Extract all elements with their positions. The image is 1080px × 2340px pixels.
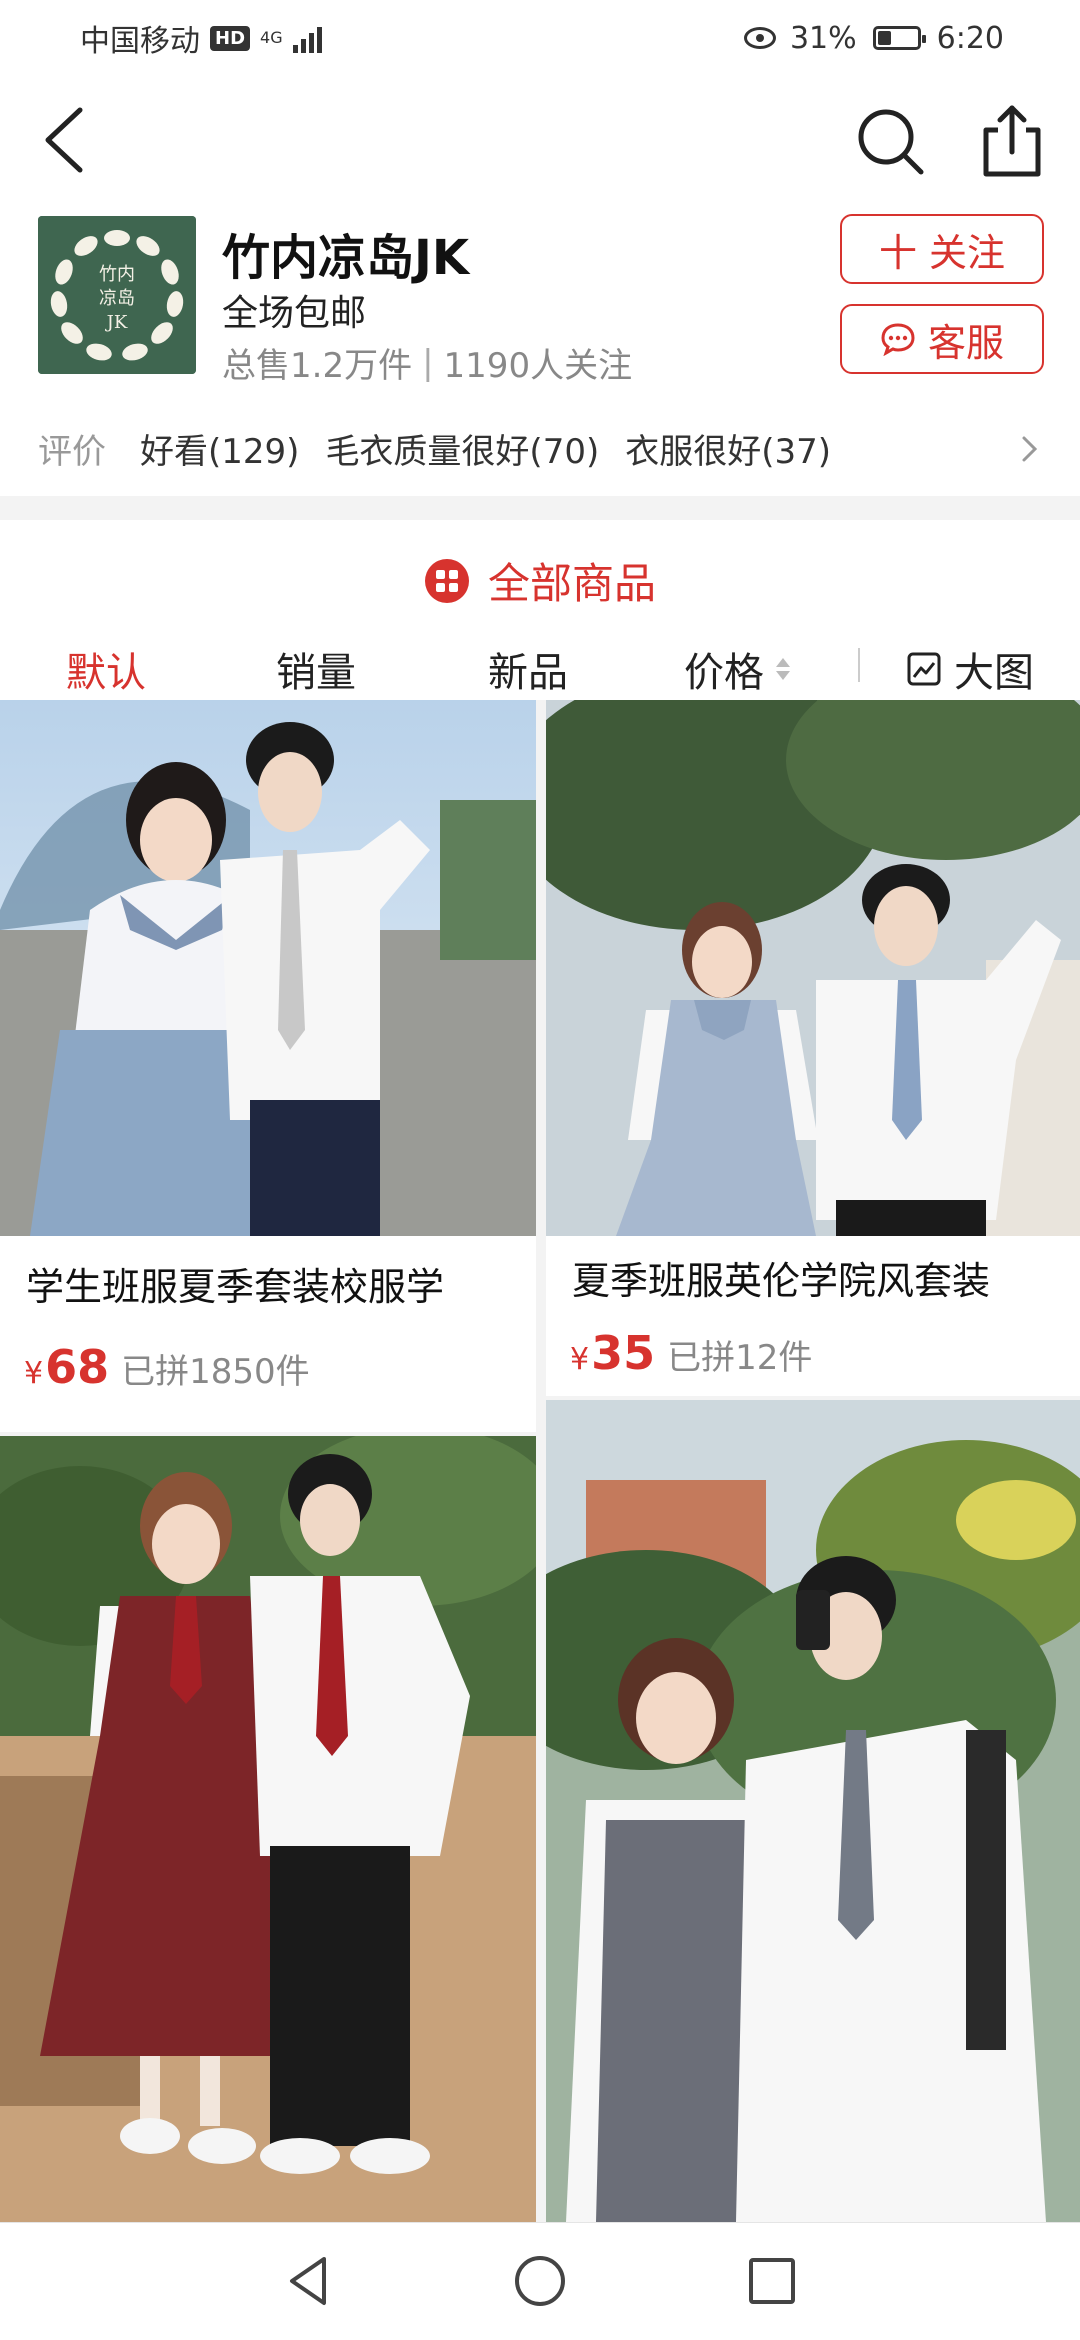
status-right: 31% 6:20 — [743, 20, 1004, 56]
review-tag[interactable]: 好看(129) — [140, 424, 299, 473]
hd-badge: HD — [210, 25, 251, 51]
stats-divider: | — [422, 342, 434, 383]
reviews-label: 评价 — [38, 431, 106, 472]
eye-icon — [743, 27, 776, 49]
large-view-toggle[interactable]: 大图 — [906, 640, 1034, 698]
product-title[interactable]: 夏季班服英伦学院风套装 — [572, 1250, 990, 1305]
sort-price-label: 价格 — [684, 650, 764, 696]
sort-default[interactable]: 默认 — [66, 640, 146, 698]
chevron-right-icon[interactable] — [1020, 434, 1040, 464]
battery-percent: 31% — [789, 20, 857, 56]
sort-bar: 默认 销量 新品 价格 大图 — [0, 630, 1080, 696]
product-image[interactable] — [546, 1400, 1080, 2222]
nav-recent-icon[interactable] — [742, 2251, 802, 2311]
share-icon[interactable] — [976, 102, 1048, 180]
review-tag[interactable]: 毛衣质量很好(70) — [325, 424, 599, 473]
product-card[interactable] — [546, 1400, 1080, 2222]
sort-divider — [858, 648, 860, 682]
product-price-row: ¥ 68 已拼1850件 — [24, 1340, 310, 1394]
chat-icon — [881, 323, 915, 356]
product-title[interactable]: 学生班服夏季套装校服学 — [26, 1256, 444, 1311]
nav-back-icon[interactable] — [278, 2251, 338, 2311]
product-sold: 已拼12件 — [667, 1338, 813, 1378]
sort-price[interactable]: 价格 — [684, 640, 790, 698]
currency-symbol: ¥ — [570, 1342, 590, 1377]
top-nav — [0, 76, 1080, 206]
shop-page: 中国移动 HD 4G 31% 6:20 竹内 凉岛 JK 竹内凉岛JK 全场包邮… — [0, 0, 1080, 2340]
currency-symbol: ¥ — [24, 1356, 44, 1391]
store-sales: 总售1.2万件 — [222, 346, 413, 386]
svg-text:JK: JK — [105, 312, 128, 333]
all-products-label: 全部商品 — [487, 559, 656, 608]
product-price: 68 — [45, 1340, 110, 1394]
store-name: 竹内凉岛JK — [222, 230, 470, 286]
product-card[interactable]: 夏季班服英伦学院风套装 ¥ 35 已拼12件 — [546, 700, 1080, 1396]
store-stats: 总售1.2万件 | 1190人关注 — [222, 338, 632, 387]
back-icon[interactable] — [30, 100, 110, 180]
store-header: 竹内 凉岛 JK 竹内凉岛JK 全场包邮 总售1.2万件 | 1190人关注 十… — [0, 206, 1080, 496]
large-view-label: 大图 — [954, 650, 1034, 696]
sort-sales[interactable]: 销量 — [276, 640, 356, 698]
all-products-section: 全部商品 默认 销量 新品 价格 大图 — [0, 520, 1080, 700]
nav-home-icon[interactable] — [510, 2251, 570, 2311]
store-followers: 1190人关注 — [443, 346, 633, 386]
product-card[interactable]: 学生班服夏季套装校服学 ¥ 68 已拼1850件 — [0, 700, 536, 1432]
all-products-title[interactable]: 全部商品 — [0, 550, 1080, 611]
reviews-row[interactable]: 评价 好看(129) 毛衣质量很好(70) 衣服很好(37) — [0, 412, 1080, 484]
follow-label: 十 关注 — [878, 230, 1006, 275]
store-shipping: 全场包邮 — [222, 293, 367, 334]
svg-text:竹内: 竹内 — [99, 264, 135, 285]
product-price: 35 — [591, 1326, 656, 1380]
network-label: 4G — [260, 28, 283, 47]
clock: 6:20 — [936, 20, 1004, 56]
sort-new[interactable]: 新品 — [488, 640, 568, 698]
follow-button[interactable]: 十 关注 — [840, 214, 1044, 284]
signal-icon — [292, 23, 322, 53]
store-logo-image: 竹内 凉岛 JK — [38, 216, 196, 374]
service-label: 客服 — [927, 320, 1004, 365]
sort-toggle-icon — [776, 658, 790, 680]
grid-icon — [424, 558, 469, 603]
status-bar: 中国移动 HD 4G 31% 6:20 — [0, 0, 1080, 76]
svg-text:凉岛: 凉岛 — [99, 288, 135, 309]
store-logo[interactable]: 竹内 凉岛 JK — [38, 216, 196, 374]
customer-service-button[interactable]: 客服 — [840, 304, 1044, 374]
carrier-label: 中国移动 — [80, 24, 200, 59]
product-card[interactable] — [0, 1436, 536, 2222]
product-image[interactable] — [0, 1436, 536, 2222]
product-sold: 已拼1850件 — [121, 1352, 310, 1392]
search-icon[interactable] — [855, 106, 927, 178]
battery-icon — [872, 26, 926, 50]
system-nav-bar — [0, 2222, 1080, 2340]
review-tag[interactable]: 衣服很好(37) — [625, 424, 831, 473]
status-left: 中国移动 HD 4G — [80, 16, 322, 60]
product-image[interactable] — [0, 700, 536, 1236]
battery-fill — [877, 31, 891, 45]
product-price-row: ¥ 35 已拼12件 — [570, 1326, 812, 1380]
product-image[interactable] — [546, 700, 1080, 1236]
image-view-icon — [907, 652, 941, 686]
